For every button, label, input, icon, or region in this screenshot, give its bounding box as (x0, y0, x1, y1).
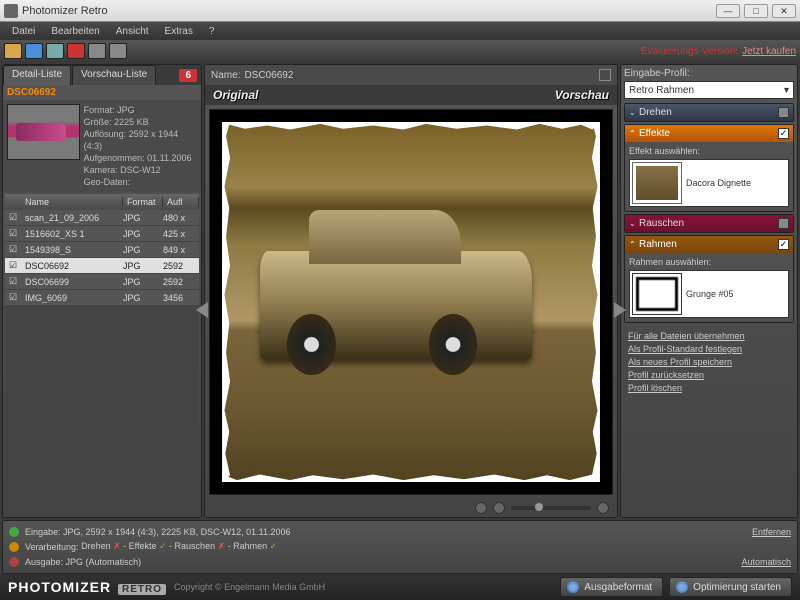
label-vorschau: Vorschau (555, 88, 609, 102)
window-titlebar: Photomizer Retro — □ ✕ (0, 0, 800, 22)
status-processing: Drehen ✗ - Effekte ✓ - Rauschen ✗ - Rahm… (81, 541, 277, 552)
output-dot-icon (9, 557, 19, 567)
menu-bearbeiten[interactable]: Bearbeiten (43, 26, 107, 37)
chevron-down-icon: ⌄ (629, 219, 639, 228)
left-panel: Detail-Liste Vorschau-Liste 6 DSC06692 F… (2, 64, 202, 518)
table-row[interactable]: ☑1516602_XS 1JPG425 x (5, 226, 199, 242)
profile-label: Eingabe-Profil: (624, 68, 794, 79)
zoom-out-icon[interactable] (493, 502, 505, 514)
file-table: Name Format Aufl ☑scan_21_09_2006JPG480 … (5, 194, 199, 515)
table-row[interactable]: ☑scan_21_09_2006JPG480 x (5, 210, 199, 226)
center-panel: Name: DSC06692 Original Vorschau (204, 64, 618, 518)
open-icon[interactable] (4, 43, 22, 59)
row-checkbox[interactable]: ☑ (5, 276, 21, 287)
chevron-up-icon: ⌃ (629, 240, 639, 249)
profile-select[interactable]: Retro Rahmen (624, 81, 794, 99)
minimize-button[interactable]: — (716, 4, 740, 18)
menu-datei[interactable]: Datei (4, 26, 43, 37)
input-dot-icon (9, 527, 19, 537)
profile-link-0[interactable]: Für alle Dateien übernehmen (628, 331, 790, 341)
section-rahmen[interactable]: ⌃ Rahmen (625, 236, 793, 253)
label-original: Original (213, 88, 258, 102)
profile-link-4[interactable]: Profil löschen (628, 383, 790, 393)
maximize-button[interactable]: □ (744, 4, 768, 18)
chevron-down-icon: ⌄ (629, 108, 639, 117)
preview-image (222, 122, 600, 483)
zoom-fit-icon[interactable] (475, 502, 487, 514)
pause-icon[interactable] (109, 43, 127, 59)
rahmen-preset[interactable]: Grunge #05 (629, 270, 789, 318)
row-checkbox[interactable]: ☑ (5, 260, 21, 271)
play-icon[interactable] (88, 43, 106, 59)
file-count-badge: 6 (179, 69, 197, 82)
expand-icon[interactable] (599, 69, 611, 81)
menu-ansicht[interactable]: Ansicht (108, 26, 157, 37)
app-icon (4, 4, 18, 18)
profile-link-3[interactable]: Profil zurücksetzen (628, 370, 790, 380)
status-panel: Eingabe: JPG, 2592 x 1944 (4:3), 2225 KB… (2, 520, 798, 574)
chevron-up-icon: ⌃ (629, 129, 639, 138)
toolbar: Evaluierungs-Version:Jetzt kaufen (0, 40, 800, 62)
copyright: Copyright © Engelmann Media GmbH (174, 582, 325, 592)
rahmen-swatch (632, 273, 682, 315)
drehen-checkbox[interactable] (778, 107, 789, 118)
col-aufl[interactable]: Aufl (163, 197, 199, 207)
start-optimize-button[interactable]: Optimierung starten (669, 577, 792, 597)
table-row[interactable]: ☑IMG_6069JPG3456 (5, 290, 199, 306)
tab-vorschau-liste[interactable]: Vorschau-Liste (72, 65, 156, 85)
rauschen-checkbox[interactable] (778, 218, 789, 229)
effekt-select-label: Effekt auswählen: (629, 146, 789, 156)
selected-filename: DSC06692 (3, 85, 201, 100)
remove-button[interactable]: Entfernen (752, 527, 791, 537)
window-title: Photomizer Retro (22, 5, 716, 17)
table-row[interactable]: ☑1549398_SJPG849 x (5, 242, 199, 258)
right-panel: Eingabe-Profil: Retro Rahmen ⌄ Drehen ⌃ … (620, 64, 798, 518)
col-name[interactable]: Name (21, 197, 123, 207)
table-row[interactable]: ☑DSC06699JPG2592 (5, 274, 199, 290)
file-metadata: Format: JPG Größe: 2225 KB Auflösung: 25… (84, 104, 197, 188)
folder-icon[interactable] (25, 43, 43, 59)
gear-icon (567, 581, 579, 593)
brand-logo: PHOTOMIZER RETRO (8, 579, 166, 595)
name-label: Name: (211, 70, 240, 81)
globe-icon (676, 581, 688, 593)
close-button[interactable]: ✕ (772, 4, 796, 18)
proc-dot-icon (9, 542, 19, 552)
rahmen-checkbox[interactable] (778, 239, 789, 250)
preview-area (209, 109, 613, 495)
status-output: JPG (Automatisch) (66, 557, 142, 567)
thumbnail-image (7, 104, 80, 160)
save-icon[interactable] (46, 43, 64, 59)
row-checkbox[interactable]: ☑ (5, 228, 21, 239)
col-format[interactable]: Format (123, 197, 163, 207)
row-checkbox[interactable]: ☑ (5, 244, 21, 255)
output-format-button[interactable]: Ausgabeformat (560, 577, 663, 597)
zoom-in-icon[interactable] (597, 502, 609, 514)
menu-help[interactable]: ? (201, 26, 223, 37)
rahmen-select-label: Rahmen auswählen: (629, 257, 789, 267)
row-checkbox[interactable]: ☑ (5, 212, 21, 223)
section-drehen[interactable]: ⌄ Drehen (625, 104, 793, 121)
menu-extras[interactable]: Extras (157, 26, 201, 37)
name-value: DSC06692 (244, 70, 293, 81)
stop-icon[interactable] (67, 43, 85, 59)
promo-text: Evaluierungs-Version:Jetzt kaufen (641, 46, 796, 57)
table-row[interactable]: ☑DSC06692JPG2592 (5, 258, 199, 274)
menubar: Datei Bearbeiten Ansicht Extras ? (0, 22, 800, 40)
row-checkbox[interactable]: ☑ (5, 292, 21, 303)
effekt-preset[interactable]: Dacora Dignette (629, 159, 789, 207)
status-input: JPG, 2592 x 1944 (4:3), 2225 KB, DSC-W12… (63, 527, 290, 537)
profile-link-2[interactable]: Als neues Profil speichern (628, 357, 790, 367)
section-effekte[interactable]: ⌃ Effekte (625, 125, 793, 142)
effekt-swatch (632, 162, 682, 204)
auto-button[interactable]: Automatisch (741, 557, 791, 567)
buy-link[interactable]: Jetzt kaufen (742, 46, 796, 57)
section-rauschen[interactable]: ⌄ Rauschen (625, 215, 793, 232)
tab-detail-liste[interactable]: Detail-Liste (3, 65, 71, 85)
profile-link-1[interactable]: Als Profil-Standard festlegen (628, 344, 790, 354)
footer: PHOTOMIZER RETRO Copyright © Engelmann M… (0, 574, 800, 600)
effekte-checkbox[interactable] (778, 128, 789, 139)
zoom-slider[interactable] (511, 506, 591, 510)
